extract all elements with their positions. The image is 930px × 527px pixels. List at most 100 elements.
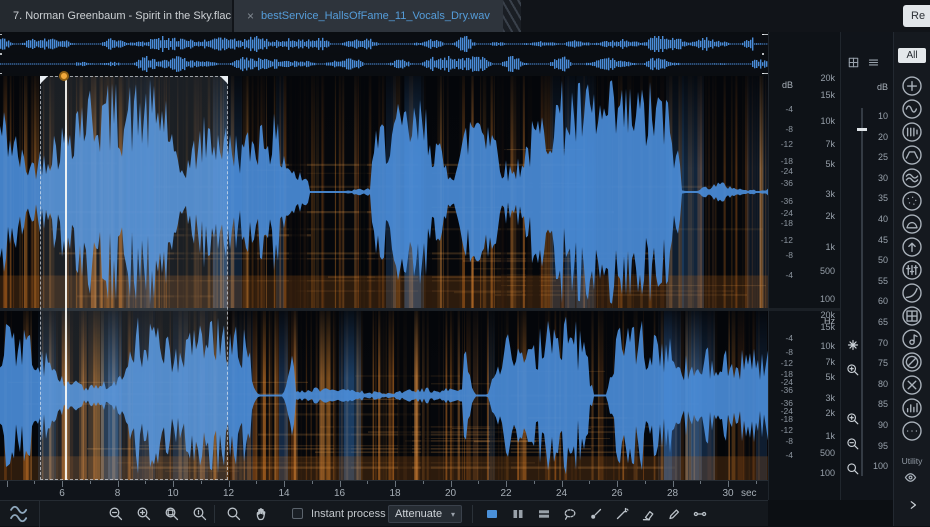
amplitude-ruler-label: -8 <box>785 249 793 260</box>
select-freq-icon <box>539 510 549 518</box>
layers-button[interactable] <box>867 56 883 72</box>
module-button-06[interactable] <box>902 191 922 211</box>
zoom-in-icon <box>847 364 859 376</box>
module-button-03[interactable] <box>902 122 922 142</box>
module-button-08[interactable] <box>902 237 922 257</box>
zoom-out-button[interactable] <box>108 506 124 522</box>
colorscale-value: 30 <box>877 172 888 183</box>
colorscale-value: 20 <box>877 131 888 142</box>
overview-minimap[interactable] <box>0 32 770 76</box>
module-button-16[interactable] <box>902 421 922 441</box>
colorscale-value: 80 <box>877 378 888 389</box>
zoom-in-button[interactable] <box>136 506 152 522</box>
colorscale-value: 55 <box>877 275 888 286</box>
sparkle-button[interactable] <box>846 338 862 354</box>
zoom-fit-button[interactable] <box>192 506 208 522</box>
spectrogram-view[interactable] <box>0 71 768 480</box>
zoom-in-button[interactable] <box>846 412 862 428</box>
brush-button[interactable] <box>588 506 604 522</box>
time-tick <box>478 481 480 484</box>
time-label: 24 <box>555 488 568 499</box>
module-button-11[interactable] <box>902 306 922 326</box>
zoom-out-button[interactable] <box>846 437 862 453</box>
visibility-button[interactable] <box>903 470 921 486</box>
colorscale-value: 40 <box>877 214 888 224</box>
colorscale-value: 65 <box>877 317 888 327</box>
time-tick <box>284 481 285 487</box>
module-button-12[interactable] <box>902 329 922 349</box>
hand-tool-button[interactable] <box>254 506 270 522</box>
process-mode-dropdown[interactable]: Attenuate ▾ <box>388 505 462 523</box>
frequency-ruler-label: 3k <box>825 392 835 403</box>
time-label: 22 <box>500 488 512 499</box>
colorscale-value: 10 <box>877 111 888 121</box>
time-tick <box>145 481 147 484</box>
frequency-ruler-label: 5k <box>825 159 835 170</box>
zoom-in-button[interactable] <box>846 363 862 379</box>
zoom-tool-button[interactable] <box>846 462 862 478</box>
module-filter-all-button[interactable]: All <box>898 48 926 63</box>
colorscale-value: 50 <box>877 255 888 266</box>
time-tick <box>589 481 591 484</box>
process-mode-value: Attenuate <box>395 508 443 520</box>
file-tab-inactive[interactable]: 7. Norman Greenbaum - Spirit in the Sky.… <box>0 0 234 32</box>
signal-flow-button[interactable] <box>692 506 708 522</box>
module-button-13[interactable] <box>902 352 922 372</box>
zoom-in-icon <box>137 507 151 521</box>
amplitude-ruler-label: -36 <box>780 178 793 189</box>
zoom-fit-icon <box>193 507 207 521</box>
lasso-button[interactable] <box>562 506 578 522</box>
select-time-button[interactable] <box>510 506 526 522</box>
module-button-14[interactable] <box>902 375 922 395</box>
expand-panel-button[interactable] <box>906 498 922 514</box>
module-button-07[interactable] <box>902 214 922 234</box>
playhead-knob[interactable] <box>59 71 69 81</box>
file-tab-active[interactable]: × bestService_HallsOfFame_11_Vocals_Dry.… <box>234 0 503 32</box>
time-tick <box>311 481 313 484</box>
colorscale-slider-handle[interactable] <box>857 128 867 131</box>
time-label: 28 <box>666 488 679 499</box>
time-unit-label: sec <box>741 488 757 499</box>
module-button-10[interactable] <box>902 283 922 303</box>
instant-process-checkbox[interactable] <box>292 508 303 519</box>
colorscale-value: 35 <box>877 193 888 204</box>
time-tick <box>367 481 369 484</box>
pencil-button[interactable] <box>666 506 682 522</box>
brush-icon <box>591 508 602 519</box>
eraser-button[interactable] <box>640 506 656 522</box>
module-button-01[interactable] <box>902 76 922 96</box>
playhead[interactable] <box>65 76 67 480</box>
selection-handle-left[interactable] <box>40 76 48 84</box>
file-tab-label: bestService_HallsOfFame_11_Vocals_Dry.wa… <box>261 10 490 22</box>
time-selection-region[interactable] <box>40 76 228 480</box>
select-freq-button[interactable] <box>536 506 552 522</box>
waveform-spectrogram-balance-button[interactable] <box>0 501 40 527</box>
frequency-ruler-label: 1k <box>825 242 835 253</box>
module-button-04[interactable] <box>902 145 922 165</box>
utility-label: Utility <box>901 456 923 466</box>
zoom-selection-button[interactable] <box>164 506 180 522</box>
time-ruler[interactable]: sec 6 8 10 12 14 16 18 20 22 24 26 28 30 <box>0 480 768 500</box>
frequency-ruler-label: 20k <box>820 73 835 83</box>
close-tab-icon[interactable]: × <box>247 9 254 23</box>
module-glyph-icon <box>902 122 922 142</box>
selection-handle-right[interactable] <box>220 76 228 84</box>
module-button-09[interactable] <box>902 260 922 280</box>
time-label: 12 <box>222 488 235 499</box>
frequency-ruler-label: 3k <box>825 188 835 199</box>
wand-button[interactable] <box>614 506 630 522</box>
time-tick <box>173 481 174 487</box>
zoom-selection-icon <box>165 507 179 521</box>
frequency-amplitude-ruler[interactable]: dB Hz -4 -4 -8 -8 -12 -12 -18 -18 -24 -24 -36 -36 20… <box>768 32 841 500</box>
module-button-05[interactable] <box>902 168 922 188</box>
record-button[interactable]: Re <box>903 5 930 27</box>
time-label: 26 <box>611 488 623 499</box>
audio-editor-app: 7. Norman Greenbaum - Spirit in the Sky.… <box>0 0 930 527</box>
time-label: 20 <box>444 488 457 499</box>
zoom-tool-button[interactable] <box>226 506 242 522</box>
module-button-15[interactable] <box>902 398 922 418</box>
spectrogram-colorscale[interactable]: dB 10 20 25 30 35 40 45 50 55 60 65 70 75 80 85 90 95 100 <box>840 32 893 500</box>
select-time-freq-button[interactable] <box>484 506 500 522</box>
grid-button[interactable] <box>847 56 863 72</box>
module-button-02[interactable] <box>902 99 922 119</box>
